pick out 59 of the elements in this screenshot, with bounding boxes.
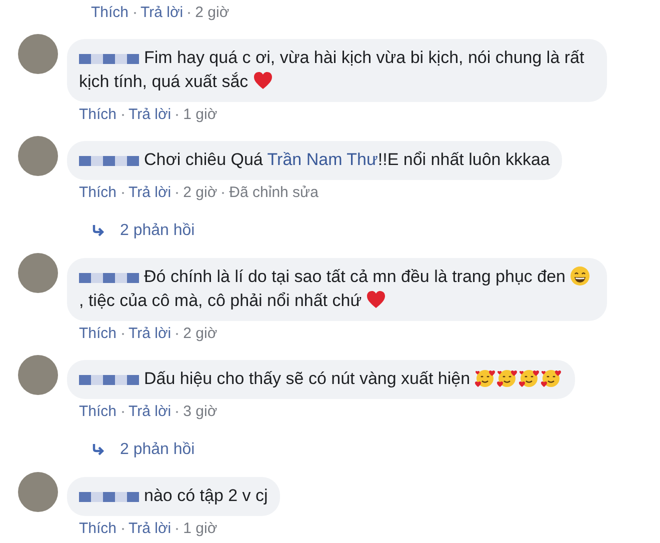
separator-dot (176, 114, 178, 116)
avatar-placeholder[interactable] (18, 253, 58, 293)
comment-text: Fim hay quá c ơi, vừa hài kịch vừa bi kịch, nói chung là rất kịch tính, quá xuất sắc (79, 48, 584, 91)
like-link[interactable]: Thích (79, 402, 117, 422)
reply-arrow-icon (92, 444, 106, 456)
separator-dot (176, 333, 178, 335)
heart-emoji-icon (366, 290, 386, 310)
comment-text: Dấu hiệu cho thấy sẽ có nút vàng xuất hiện (79, 369, 563, 388)
smiling-face-with-hearts-emoji-icon (518, 368, 539, 388)
pixelated-name-drawing (79, 374, 139, 385)
reply-link[interactable]: Trả lời (128, 402, 172, 422)
like-link[interactable]: Thích (79, 105, 117, 125)
like-link[interactable]: Thích (79, 183, 117, 203)
separator-dot (122, 333, 124, 335)
avatar-placeholder[interactable] (18, 355, 58, 395)
view-replies-link[interactable]: 2 phản hồi (120, 220, 195, 242)
smiling-face-with-hearts-emoji-icon (540, 368, 561, 388)
reply-link[interactable]: Trả lời (128, 183, 172, 203)
separator-dot (222, 192, 224, 194)
avatar-placeholder[interactable] (18, 472, 58, 512)
separator-dot (134, 12, 136, 14)
reply-arrow-icon (92, 225, 106, 237)
separator-dot (188, 12, 190, 14)
pixelated-name-drawing (79, 272, 139, 283)
like-link[interactable]: Thích (91, 3, 129, 23)
comment-text: Chơi chiêu Quá Trần Nam Thư!!E nổi nhất luôn kkkaa (79, 150, 550, 169)
comment-text: Đó chính là lí do tại sao tất cả mn đều là trang phục đen , tiệc của cô mà, cô phải nổi nhất chứ (79, 267, 592, 310)
separator-dot (176, 192, 178, 194)
smiling-face-with-hearts-emoji-icon (474, 368, 495, 388)
reply-link[interactable]: Trả lời (128, 105, 172, 125)
view-replies-link[interactable]: 2 phản hồi (120, 439, 195, 461)
separator-dot (122, 114, 124, 116)
mention-link[interactable]: Trần Nam Thư (267, 150, 378, 169)
comment-time: 1 giờ (183, 105, 218, 125)
separator-dot (176, 411, 178, 413)
pixelated-name-drawing (79, 492, 139, 502)
pixelated-name-drawing (79, 156, 139, 166)
separator-dot (122, 411, 124, 413)
reply-link[interactable]: Trả lời (128, 324, 172, 344)
separator-dot (122, 528, 124, 530)
comment-time: 2 giờ (183, 324, 218, 344)
comment-text: nào có tập 2 v cj (79, 486, 268, 505)
like-link[interactable]: Thích (79, 324, 117, 344)
like-link[interactable]: Thích (79, 519, 117, 539)
separator-dot (176, 528, 178, 530)
comment-time: 3 giờ (183, 402, 218, 422)
smiling-face-with-hearts-emoji-icon (496, 368, 517, 388)
comment-time: 2 giờ (183, 183, 218, 203)
comment-time: 1 giờ (183, 519, 218, 539)
heart-emoji-icon (252, 71, 273, 91)
separator-dot (122, 192, 124, 194)
grinning-face-emoji-icon (570, 266, 590, 286)
reply-link[interactable]: Trả lời (128, 519, 172, 539)
edited-label: Đã chỉnh sửa (229, 183, 318, 203)
comment-time: 2 giờ (195, 3, 230, 23)
avatar-placeholder[interactable] (18, 34, 58, 74)
avatar-placeholder[interactable] (18, 136, 58, 176)
reply-link[interactable]: Trả lời (140, 3, 184, 23)
pixelated-name-drawing (79, 54, 139, 64)
